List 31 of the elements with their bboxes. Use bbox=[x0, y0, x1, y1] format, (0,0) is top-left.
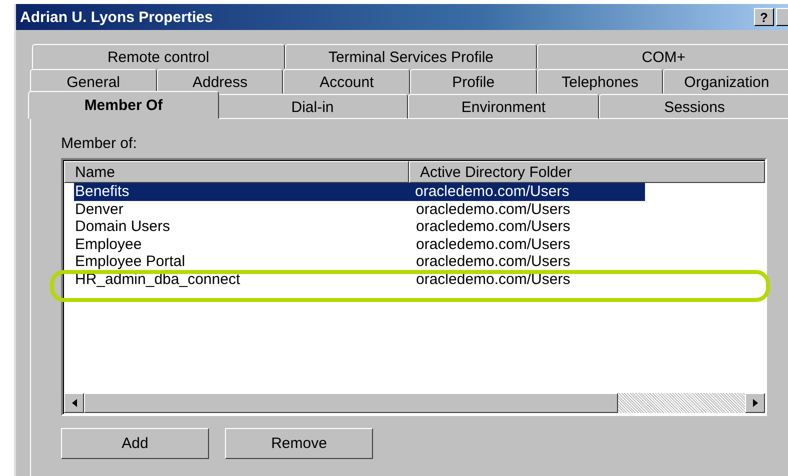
list-cell[interactable]: oracledemo.com/Users bbox=[415, 270, 570, 288]
tab[interactable]: COM+ bbox=[537, 44, 788, 69]
member-of-label: Member of: bbox=[61, 135, 137, 152]
list-cell[interactable]: oracledemo.com/Users bbox=[414, 183, 645, 200]
column-header[interactable]: Active Directory Folder bbox=[409, 161, 765, 183]
tab[interactable]: Member Of bbox=[28, 91, 219, 119]
dialog-button[interactable]: Remove bbox=[225, 428, 373, 459]
list-cell[interactable]: oracledemo.com/Users bbox=[415, 200, 570, 218]
list-cell[interactable]: Denver bbox=[74, 200, 415, 218]
tab[interactable]: Dial-in bbox=[217, 94, 408, 119]
tab[interactable]: Remote control bbox=[32, 44, 285, 69]
column-header[interactable]: Name bbox=[64, 161, 409, 183]
dialog-button[interactable]: Add bbox=[61, 428, 209, 459]
list-cell[interactable]: Employee Portal bbox=[74, 253, 415, 270]
list-cell[interactable]: oracledemo.com/Users bbox=[415, 218, 570, 236]
list-cell[interactable]: Benefits bbox=[74, 183, 414, 200]
list-cell[interactable]: Domain Users bbox=[74, 218, 415, 236]
list-cell[interactable]: oracledemo.com/Users bbox=[415, 236, 570, 253]
tab[interactable]: Terminal Services Profile bbox=[284, 44, 538, 69]
list-cell[interactable]: HR_admin_dba_connect bbox=[74, 270, 415, 288]
tab[interactable]: Organization bbox=[663, 69, 788, 94]
window-title: Adrian U. Lyons Properties bbox=[20, 8, 214, 26]
tab[interactable]: Sessions bbox=[599, 94, 788, 119]
tab[interactable]: Environment bbox=[408, 94, 599, 119]
help-button[interactable]: ? bbox=[754, 8, 774, 26]
tab[interactable]: Telephones bbox=[536, 69, 664, 94]
tab[interactable]: Address bbox=[156, 69, 284, 94]
tab[interactable]: Profile bbox=[410, 69, 537, 94]
list-cell[interactable]: oracledemo.com/Users bbox=[415, 253, 570, 270]
tab[interactable]: Account bbox=[283, 69, 410, 94]
list-cell[interactable]: Employee bbox=[74, 236, 415, 253]
